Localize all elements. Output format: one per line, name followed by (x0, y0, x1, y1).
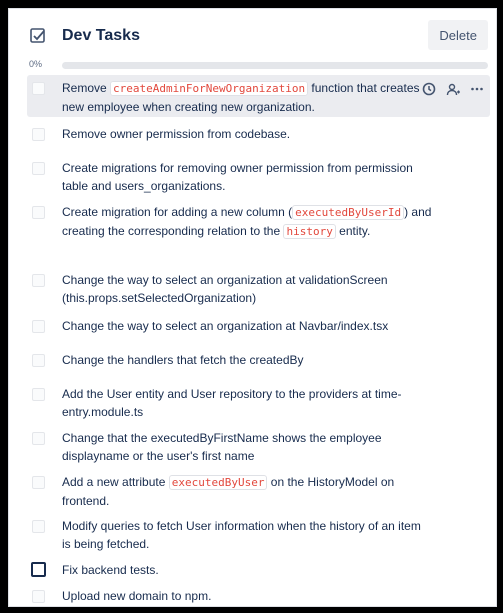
clock-icon[interactable] (422, 82, 436, 96)
item-text-run: Remove owner permission from codebase. (62, 127, 291, 141)
checklist-panel: Dev Tasks Delete 0% Remove createAdminFo… (8, 8, 497, 607)
checklist-item-text[interactable]: Change the way to select an organization… (62, 271, 432, 307)
checklist-item-text[interactable]: Upload new domain to npm. (62, 587, 432, 605)
checklist-item[interactable]: Change the way to select an organization… (27, 313, 490, 339)
checklist-title: Dev Tasks (62, 27, 140, 44)
checklist-item-checkbox[interactable] (32, 520, 45, 533)
more-horizontal-icon[interactable] (470, 82, 484, 96)
checklist-item-checkbox[interactable] (32, 476, 45, 489)
item-text-run: Upload new domain to npm. (62, 589, 212, 603)
checklist-item-checkbox[interactable] (32, 162, 45, 175)
item-text-run: Modify queries to fetch User information… (62, 519, 421, 551)
inline-code: createAdminForNewOrganization (110, 81, 309, 96)
progress-percent: 0% (29, 59, 43, 69)
progress-bar (62, 62, 488, 69)
delete-button[interactable]: Delete (428, 20, 488, 50)
checklist-item[interactable]: Upload new domain to npm. (27, 583, 490, 606)
item-text-run: Add a new attribute (62, 475, 169, 489)
checklist-item-text[interactable]: Remove owner permission from codebase. (62, 125, 432, 143)
checklist-item-text[interactable]: Add the User entity and User repository … (62, 385, 432, 421)
checklist-item[interactable]: Remove owner permission from codebase. (27, 121, 490, 147)
checklist-item-checkbox[interactable] (32, 590, 45, 603)
item-text-run: Create migration for adding a new column… (62, 205, 293, 219)
checklist-item-checkbox[interactable] (32, 320, 45, 333)
checklist-progress: 0% (9, 59, 496, 73)
checklist-item-checkbox[interactable] (32, 128, 45, 141)
checklist-item-checkbox[interactable] (32, 388, 45, 401)
checklist-item[interactable]: Change the handlers that fetch the creat… (27, 347, 490, 373)
checklist-item[interactable]: Change that the executedByFirstName show… (27, 425, 490, 467)
item-text-run: Create migrations for removing owner per… (62, 161, 413, 193)
inline-code: executedByUser (168, 475, 268, 490)
checklist-item[interactable]: Remove createAdminForNewOrganization fun… (27, 75, 490, 117)
item-text-run: Change the way to select an organization… (62, 273, 388, 305)
checklist-item-checkbox[interactable] (32, 432, 45, 445)
checklist-item-checkbox[interactable] (32, 274, 45, 287)
checklist-item[interactable]: Change the way to select an organization… (27, 267, 490, 309)
item-text-run: Remove (62, 81, 111, 95)
assign-member-icon[interactable] (446, 82, 460, 96)
checklist-item-text[interactable]: Change the handlers that fetch the creat… (62, 351, 432, 369)
item-text-run: Add the User entity and User repository … (62, 387, 402, 419)
checklist-item-checkbox[interactable] (32, 354, 45, 367)
checklist-item-text[interactable]: Create migration for adding a new column… (62, 203, 432, 241)
checklist-item-text[interactable]: Create migrations for removing owner per… (62, 159, 432, 195)
item-text-run: entity. (335, 224, 371, 238)
checklist-item-checkbox[interactable] (32, 82, 45, 95)
checklist-item-checkbox[interactable] (32, 206, 45, 219)
checklist-item-checkbox[interactable] (31, 562, 46, 577)
checklist-item[interactable]: Create migrations for removing owner per… (27, 155, 490, 197)
item-actions (422, 82, 484, 98)
checklist-header: Dev Tasks Delete (9, 20, 496, 53)
checkbox-checked-icon (29, 27, 47, 45)
inline-code: history (283, 224, 336, 239)
checklist-item[interactable]: Create migration for adding a new column… (27, 199, 490, 259)
item-text-run: Change the handlers that fetch the creat… (62, 353, 304, 367)
checklist-item-text[interactable]: Remove createAdminForNewOrganization fun… (62, 79, 432, 116)
checklist-item[interactable]: Fix backend tests. (27, 557, 490, 583)
item-text-run: Change the way to select an organization… (62, 319, 389, 333)
checklist-item-text[interactable]: Change that the executedByFirstName show… (62, 429, 432, 465)
inline-code: executedByUserId (292, 205, 405, 220)
checklist-item[interactable]: Modify queries to fetch User information… (27, 513, 490, 555)
checklist-item[interactable]: Add the User entity and User repository … (27, 381, 490, 423)
item-text-run: Fix backend tests. (62, 563, 159, 577)
checklist-item-text[interactable]: Modify queries to fetch User information… (62, 517, 432, 553)
checklist-item-text[interactable]: Change the way to select an organization… (62, 317, 432, 335)
item-text-run: Change that the executedByFirstName show… (62, 431, 382, 463)
checklist-item[interactable]: Add a new attribute executedByUser on th… (27, 469, 490, 511)
checklist-item-text[interactable]: Add a new attribute executedByUser on th… (62, 473, 432, 510)
checklist-item-text[interactable]: Fix backend tests. (62, 561, 432, 579)
